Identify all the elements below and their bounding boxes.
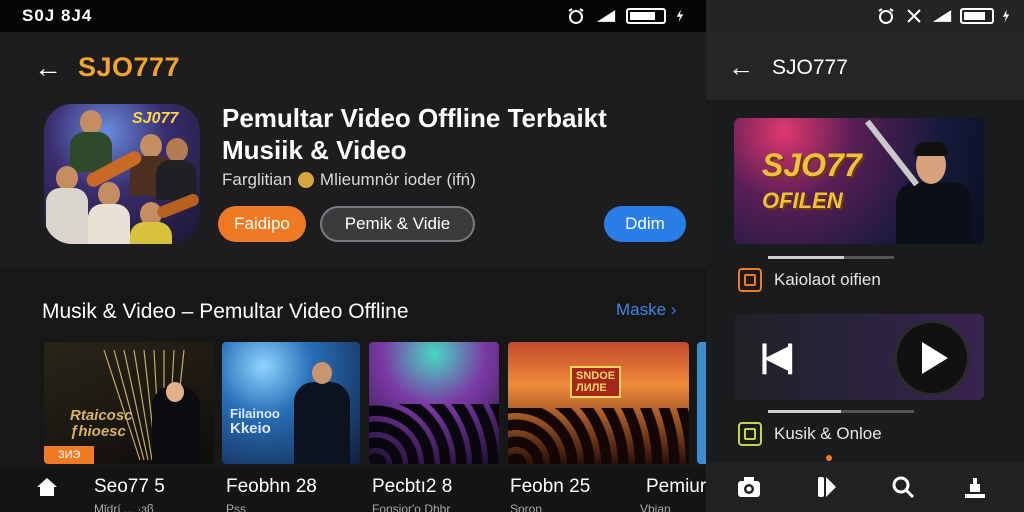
search-icon[interactable] <box>890 474 916 500</box>
list-item-label: Kusik & Onloe <box>774 424 882 443</box>
bottom-item-label[interactable]: Pecbtı2 8 <box>372 476 452 498</box>
band-member <box>140 134 162 158</box>
app-name: Pemultar Video Offline Terbaikt Musiik &… <box>222 103 607 165</box>
charging-icon <box>676 9 684 23</box>
bottom-item-sub: Pss <box>226 502 247 512</box>
camera-icon[interactable] <box>736 474 762 500</box>
thumbnail-tag: ЗИЭ <box>44 446 94 464</box>
band-member <box>80 110 102 134</box>
banner-subtext: OFILEN <box>762 188 843 213</box>
screen: S0J 8J4 ← SJO777 SJ077 Pemultar Video Of… <box>0 0 1024 512</box>
skip-previous-icon[interactable]: |◀| <box>760 340 794 372</box>
app-icon-image: SJ077 <box>44 104 200 244</box>
thumbnail-caption: Filainoo Kkeio <box>230 406 280 437</box>
band-member-shirt <box>88 204 130 244</box>
bottom-item-sub: Fonsior'o Dhbr <box>372 502 451 512</box>
video-thumbnail-partial[interactable] <box>697 342 706 464</box>
band-member-shirt <box>46 188 88 244</box>
subtitle-suffix: Mlieumnör ioder (ifń) <box>319 170 476 189</box>
performer-face <box>166 382 184 402</box>
bottom-item-label[interactable]: Feobhn 28 <box>226 476 317 498</box>
singer-face <box>312 362 332 384</box>
bottom-item-sub: Soron <box>510 502 543 512</box>
more-link[interactable]: Maske › <box>616 300 676 320</box>
media-icon[interactable] <box>814 474 840 500</box>
status-icons <box>566 8 684 24</box>
panel-title: SJO777 <box>772 56 848 79</box>
list-item-label: Kaiolaot oifien <box>774 270 881 289</box>
wifi-icon <box>596 10 616 22</box>
artist-figure <box>890 138 974 244</box>
page-title: SJO777 <box>78 52 181 82</box>
status-bar <box>706 0 1024 32</box>
band-member <box>56 166 78 190</box>
status-time: S0J 8J4 <box>22 6 93 25</box>
crowd-silhouette <box>369 404 499 464</box>
progress-bar <box>768 256 894 259</box>
band-member <box>98 182 120 206</box>
status-bar: S0J 8J4 <box>0 0 706 32</box>
bottom-item-label[interactable]: Seo77 5 <box>94 476 165 498</box>
progress-bar <box>768 410 914 413</box>
band-member <box>166 138 188 162</box>
artist-body <box>896 182 972 244</box>
video-thumbnail[interactable]: Rtaicosc ƒhioesc ЗИЭ <box>44 342 214 464</box>
bottom-item-sub: Vbian <box>640 502 671 512</box>
vibrate-icon <box>907 9 921 23</box>
list-item[interactable]: Kusik & Onloe <box>738 422 882 446</box>
home-icon[interactable] <box>36 476 58 498</box>
list-item[interactable]: Kaiolaot oifien <box>738 268 881 292</box>
bottom-item-label[interactable]: Feobn 25 <box>510 476 590 498</box>
featured-banner[interactable]: SJO77 OFILEN <box>734 118 984 244</box>
wifi-icon <box>932 10 952 22</box>
app-subtitle: Farglitian Mlieumnör ioder (ifń) <box>222 170 476 190</box>
battery-icon <box>626 8 666 24</box>
thumbnail-caption: Rtaicosc ƒhioesc <box>70 407 133 440</box>
arrow-left-icon[interactable]: ← <box>34 54 62 82</box>
singer-figure <box>294 382 350 464</box>
app-icon-text: SJ077 <box>132 110 179 127</box>
crowd-silhouette <box>508 408 689 464</box>
open-button[interactable]: Ddim <box>604 206 686 242</box>
stage-sign: SNDOE ЛИЛЕ <box>570 366 622 398</box>
category-button[interactable]: Pemik & Vidie <box>320 206 475 242</box>
section-title: Musik & Video – Pemultar Video Offline <box>42 300 409 323</box>
artist-hair <box>914 142 948 156</box>
progress-fill <box>768 256 844 259</box>
checkbox-icon[interactable] <box>738 268 762 292</box>
bottom-item-sub: Mǐdrí ... ·ɜβ <box>94 502 154 512</box>
alarm-icon <box>878 8 894 24</box>
banner-text: SJO77 <box>762 147 862 183</box>
alarm-icon <box>568 8 584 24</box>
arrow-left-icon[interactable]: ← <box>728 54 754 80</box>
checkbox-icon[interactable] <box>738 422 762 446</box>
active-indicator <box>826 455 832 461</box>
subtitle-prefix: Farglitian <box>222 170 292 189</box>
coin-icon <box>297 172 314 188</box>
charging-icon <box>1002 9 1010 23</box>
battery-icon <box>960 8 994 24</box>
primary-action-button[interactable]: Faidipo <box>218 206 306 242</box>
progress-fill <box>768 410 841 413</box>
video-thumbnail[interactable]: SNDOE ЛИЛЕ <box>508 342 689 464</box>
main-app-pane: S0J 8J4 ← SJO777 SJ077 Pemultar Video Of… <box>0 0 706 512</box>
play-icon[interactable] <box>894 320 970 396</box>
band-member-shirt <box>130 222 172 244</box>
video-thumbnail[interactable] <box>369 342 499 464</box>
bottom-item-label[interactable]: Pemiur <box>646 476 706 498</box>
video-thumbnail[interactable]: Filainoo Kkeio <box>222 342 360 464</box>
mini-player[interactable]: |◀| <box>734 314 984 400</box>
upload-icon[interactable] <box>962 474 988 500</box>
side-panel: ← SJO777 SJO77 OFILEN Kaiolaot oifien |◀… <box>706 0 1024 512</box>
